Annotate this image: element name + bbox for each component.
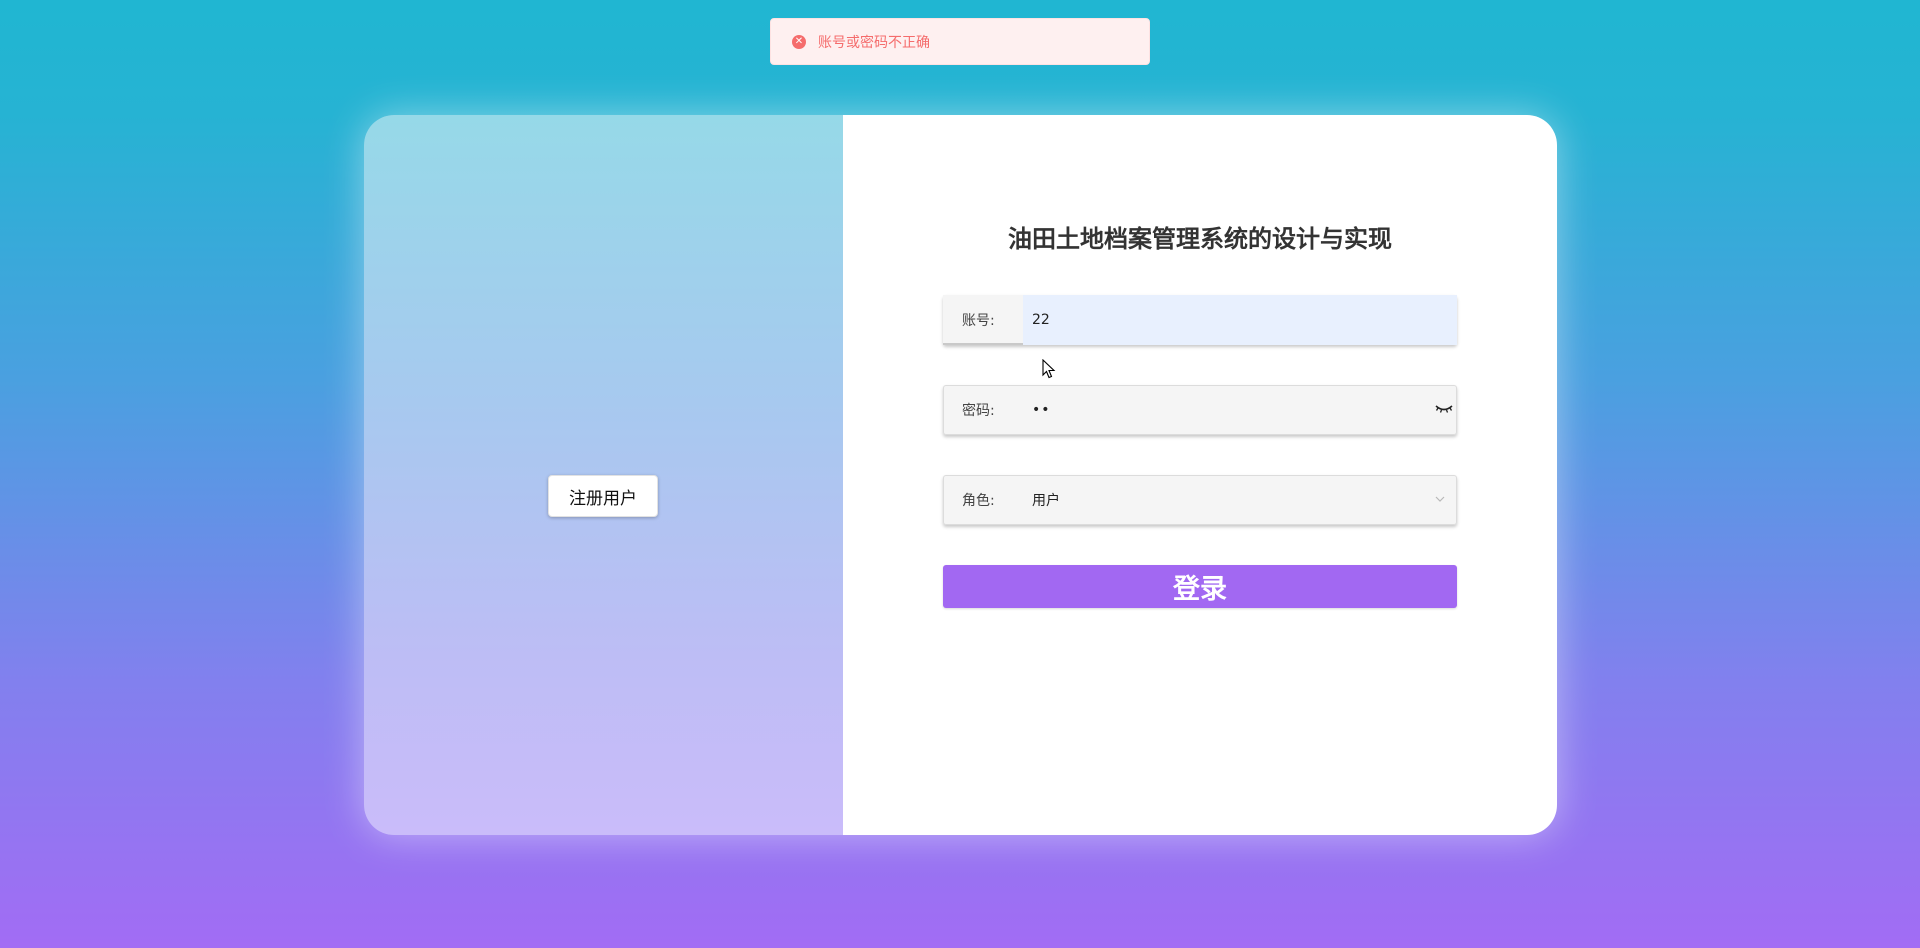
chevron-down-icon[interactable]	[1435, 495, 1445, 503]
password-input[interactable]: ••	[1023, 385, 1457, 435]
page-title: 油田土地档案管理系统的设计与实现	[1008, 225, 1392, 253]
role-select[interactable]: 角色: 用户	[943, 475, 1457, 525]
close-circle-icon: ✕	[792, 34, 806, 49]
register-button[interactable]: 注册用户	[548, 475, 658, 517]
account-field[interactable]: 账号: 22	[943, 295, 1457, 345]
role-selected-value[interactable]: 用户	[1023, 475, 1457, 525]
error-toast: ✕ 账号或密码不正确	[770, 18, 1150, 65]
login-button[interactable]: 登录	[943, 565, 1457, 608]
login-form-panel: 油田土地档案管理系统的设计与实现 账号: 22 密码: •• 角色: 用户 登录	[843, 115, 1557, 835]
login-card: 注册用户 油田土地档案管理系统的设计与实现 账号: 22 密码: •• 角色: …	[364, 115, 1557, 835]
toast-message: 账号或密码不正确	[818, 34, 930, 51]
eye-closed-icon[interactable]	[1435, 401, 1453, 415]
account-label: 账号:	[943, 295, 1023, 345]
account-input[interactable]: 22	[1023, 295, 1457, 345]
password-field[interactable]: 密码: ••	[943, 385, 1457, 435]
password-label: 密码:	[962, 403, 995, 419]
mouse-cursor-icon	[1042, 359, 1056, 379]
role-label: 角色:	[962, 493, 995, 509]
left-panel: 注册用户	[364, 115, 843, 835]
